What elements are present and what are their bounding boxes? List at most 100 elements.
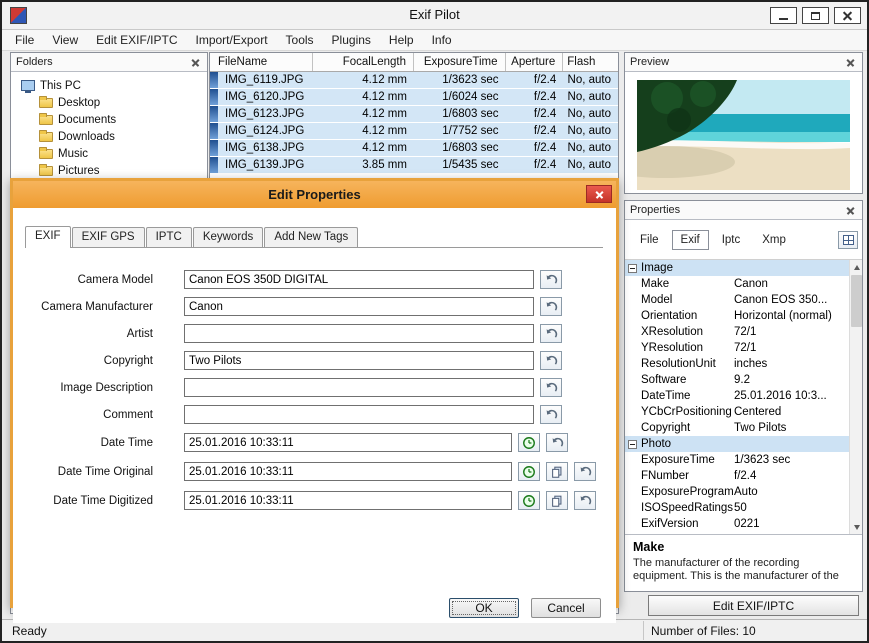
property-row[interactable]: YCbCrPositioning Centered [625,404,849,420]
file-row[interactable]: IMG_6138.JPG 4.12 mm 1/6803 sec f/2.4 No… [210,140,618,156]
column-header-aperture[interactable]: Aperture [506,53,564,71]
field-input[interactable] [184,270,534,289]
field-input[interactable] [184,462,512,481]
menu-item[interactable]: Plugins [323,31,380,49]
property-row[interactable]: Orientation Horizontal (normal) [625,308,849,324]
property-row[interactable]: Software 9.2 [625,372,849,388]
column-header-focallength[interactable]: FocalLength [313,53,414,71]
property-row[interactable]: ExifVersion 0221 [625,516,849,532]
folders-panel-close-button[interactable] [188,55,202,69]
copy-button[interactable] [546,462,568,481]
undo-button[interactable] [540,405,562,424]
undo-icon [544,408,558,422]
dialog-tab[interactable]: Add New Tags [264,227,358,247]
file-row[interactable]: IMG_6120.JPG 4.12 mm 1/6024 sec f/2.4 No… [210,89,618,105]
column-header-filename[interactable]: FileName [210,53,313,71]
properties-tab[interactable]: Xmp [753,230,795,250]
menu-item[interactable]: Help [380,31,423,49]
property-row[interactable]: ResolutionUnit inches [625,356,849,372]
undo-button[interactable] [540,324,562,343]
property-row[interactable]: ExposureProgram Auto [625,484,849,500]
undo-button[interactable] [574,491,596,510]
field-input[interactable] [184,324,534,343]
cancel-button[interactable]: Cancel [531,598,601,618]
datetime-picker-button[interactable] [518,462,540,481]
property-row[interactable]: ISOSpeedRatings 50 [625,500,849,516]
tree-item-this-pc[interactable]: This PC [13,77,205,94]
menu-item[interactable]: File [6,31,43,49]
tree-item[interactable]: Pictures [13,162,205,179]
field-input[interactable] [184,491,512,510]
preview-panel-close-button[interactable] [843,55,857,69]
undo-button[interactable] [540,270,562,289]
properties-tab[interactable]: Iptc [713,230,750,250]
form-field-row: Camera Model [13,270,616,289]
property-row[interactable]: ExposureTime 1/3623 sec [625,452,849,468]
collapse-icon[interactable] [628,440,637,449]
tree-item[interactable]: Documents [13,111,205,128]
field-input[interactable] [184,405,534,424]
column-header-flash[interactable]: Flash [563,53,618,71]
column-header-exposuretime[interactable]: ExposureTime [414,53,506,71]
datetime-picker-button[interactable] [518,433,540,452]
menu-item[interactable]: Info [423,31,461,49]
close-icon [847,207,854,214]
undo-button[interactable] [546,433,568,452]
grid-view-button[interactable] [838,231,858,249]
property-row[interactable]: Model Canon EOS 350... [625,292,849,308]
properties-scrollbar[interactable] [849,260,862,534]
property-row[interactable]: YResolution 72/1 [625,340,849,356]
close-button[interactable] [834,7,861,24]
maximize-button[interactable] [802,7,829,24]
property-value: inches [734,358,849,370]
property-group-image[interactable]: Image [625,260,849,276]
dialog-close-button[interactable] [586,185,612,203]
scrollbar-thumb[interactable] [851,275,862,327]
dialog-tab[interactable]: EXIF GPS [72,227,145,247]
menu-item[interactable]: Import/Export [187,31,277,49]
menu-item[interactable]: Tools [277,31,323,49]
property-group-photo[interactable]: Photo [625,436,849,452]
copy-button[interactable] [546,491,568,510]
property-row[interactable]: Copyright Two Pilots [625,420,849,436]
file-row[interactable]: IMG_6123.JPG 4.12 mm 1/6803 sec f/2.4 No… [210,106,618,122]
field-input[interactable] [184,378,534,397]
dialog-tab[interactable]: IPTC [146,227,192,247]
properties-tab[interactable]: Exif [672,230,709,250]
field-input[interactable] [184,297,534,316]
scroll-up-button[interactable] [850,260,862,274]
undo-button[interactable] [540,378,562,397]
edit-exif-iptc-button[interactable]: Edit EXIF/IPTC [648,595,859,616]
undo-button[interactable] [574,462,596,481]
datetime-picker-button[interactable] [518,491,540,510]
property-value: 0221 [734,518,849,530]
status-text: Ready [12,624,47,638]
field-input[interactable] [184,351,534,370]
property-row[interactable]: Make Canon [625,276,849,292]
dialog-tab[interactable]: EXIF [25,226,71,248]
properties-panel-close-button[interactable] [843,203,857,217]
collapse-icon[interactable] [628,264,637,273]
undo-icon [544,381,558,395]
file-row[interactable]: IMG_6139.JPG 3.85 mm 1/5435 sec f/2.4 No… [210,157,618,173]
tree-item[interactable]: Music [13,145,205,162]
scroll-down-button[interactable] [850,520,862,534]
minimize-button[interactable] [770,7,797,24]
undo-button[interactable] [540,351,562,370]
field-input[interactable] [184,433,512,452]
dialog-tab[interactable]: Keywords [193,227,264,247]
file-row[interactable]: IMG_6119.JPG 4.12 mm 1/3623 sec f/2.4 No… [210,72,618,88]
property-row[interactable]: XResolution 72/1 [625,324,849,340]
tree-item[interactable]: Downloads [13,128,205,145]
ok-button[interactable]: OK [449,598,519,618]
property-row[interactable]: FNumber f/2.4 [625,468,849,484]
close-icon [596,191,603,198]
menu-item[interactable]: View [43,31,87,49]
menu-item[interactable]: Edit EXIF/IPTC [87,31,186,49]
undo-icon [544,327,558,341]
property-row[interactable]: DateTime 25.01.2016 10:3... [625,388,849,404]
tree-item[interactable]: Desktop [13,94,205,111]
properties-tab[interactable]: File [631,230,668,250]
undo-button[interactable] [540,297,562,316]
file-row[interactable]: IMG_6124.JPG 4.12 mm 1/7752 sec f/2.4 No… [210,123,618,139]
